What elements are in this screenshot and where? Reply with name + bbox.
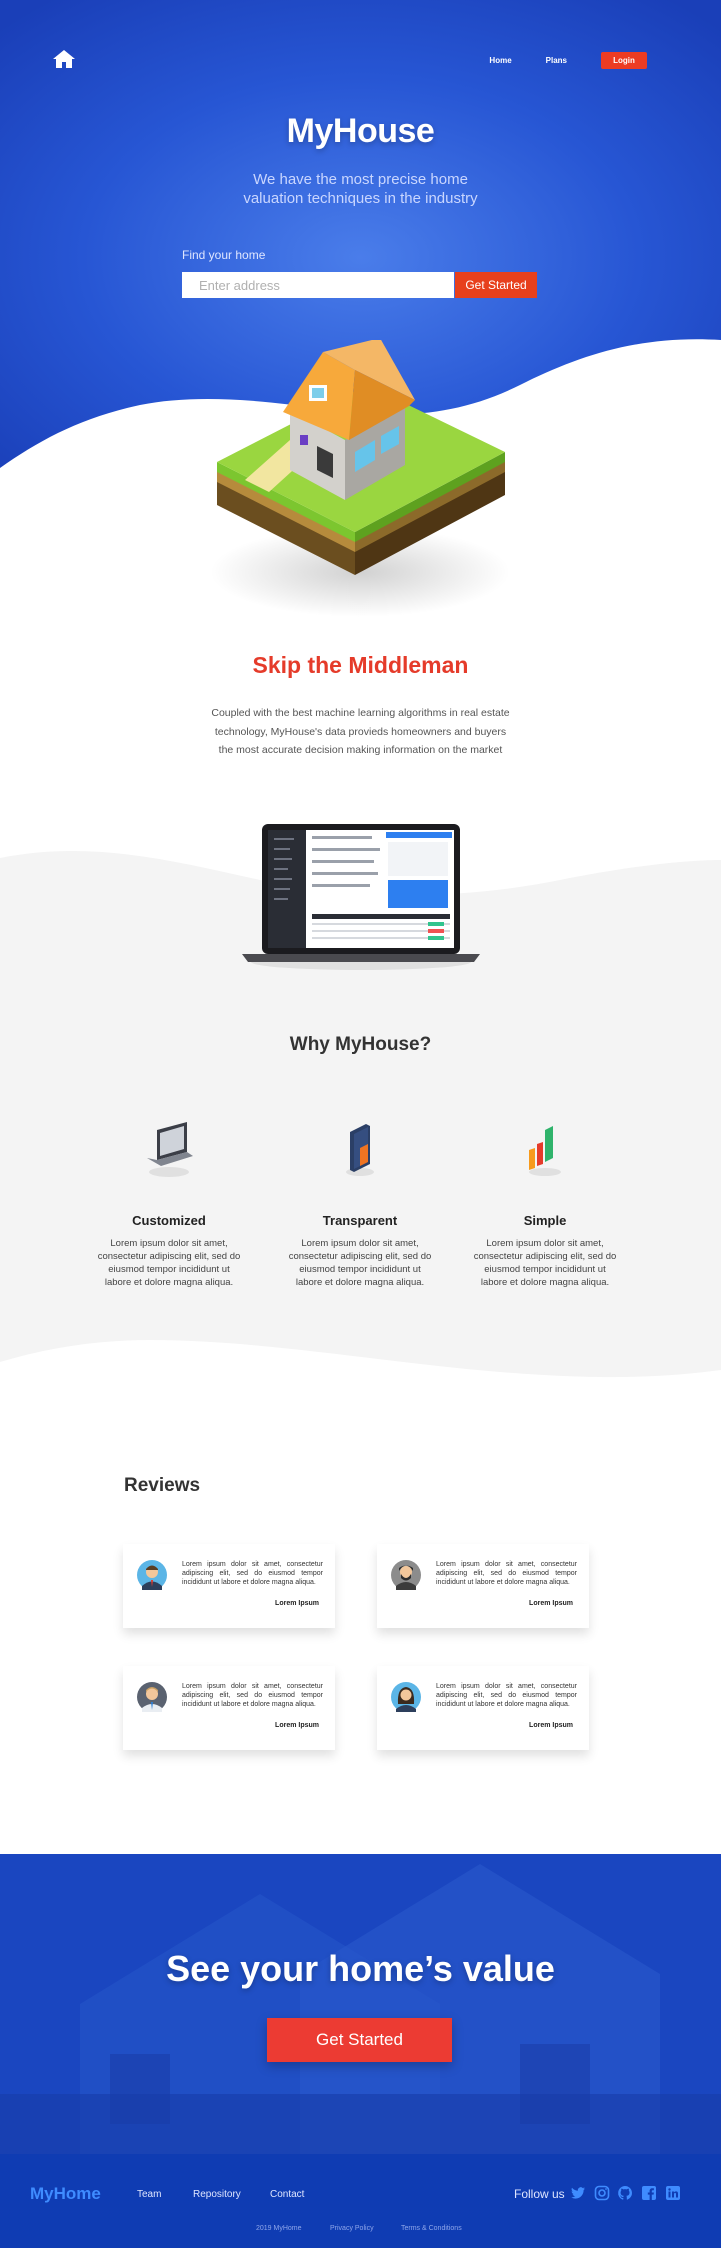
review-card: Lorem ipsum dolor sit amet, consectetur … [123,1666,335,1750]
reviewer-name: Lorem Ipsum [275,1722,319,1729]
twitter-icon[interactable] [570,2185,586,2201]
house-icon[interactable] [52,48,76,70]
review-text: Lorem ipsum dolor sit amet, consectetur … [436,1561,577,1586]
avatar [391,1682,421,1712]
review-card: Lorem ipsum dolor sit amet, consectetur … [377,1544,589,1628]
review-text: Lorem ipsum dolor sit amet, consectetur … [182,1561,323,1586]
feature-title: Customized [132,1213,206,1228]
address-search-input[interactable] [182,272,454,298]
reviewer-name: Lorem Ipsum [529,1600,573,1607]
laptop-dashboard-illustration [242,824,480,970]
isometric-house-illustration [210,340,510,617]
github-icon[interactable] [617,2185,633,2201]
hero-subtitle: We have the most precise home valuation … [0,170,721,208]
feature-text: Lorem ipsum dolor sit amet, consectetur … [473,1238,617,1288]
avatar [137,1682,167,1712]
feature-customized: Customized Lorem ipsum dolor sit amet, c… [94,1120,244,1289]
footer-link-team[interactable]: Team [137,2189,161,2200]
review-text: Lorem ipsum dolor sit amet, consectetur … [436,1683,577,1708]
nav-link-plans[interactable]: Plans [546,56,567,65]
terms-link[interactable]: Terms & Conditions [401,2225,462,2232]
follow-us-label: Follow us [514,2187,565,2201]
why-myhouse-title: Why MyHouse? [289,1034,432,1055]
review-text: Lorem ipsum dolor sit amet, consectetur … [182,1683,323,1708]
reviewer-name: Lorem Ipsum [275,1600,319,1607]
reviews-title: Reviews [124,1475,201,1496]
copyright: 2019 MyHome [256,2225,302,2232]
linkedin-icon[interactable] [665,2185,681,2201]
instagram-icon[interactable] [594,2185,610,2201]
nav-link-home[interactable]: Home [489,56,511,65]
skip-middleman-title: Skip the Middleman [252,652,469,678]
feature-text: Lorem ipsum dolor sit amet, consectetur … [97,1238,241,1288]
door-icon [346,1124,374,1176]
footer: MyHome Team Repository Contact Follow us… [0,2154,721,2248]
login-button[interactable]: Login [601,52,647,69]
avatar [137,1560,167,1590]
feature-title: Transparent [322,1213,398,1228]
footer-logo[interactable]: MyHome [30,2184,101,2204]
feature-text: Lorem ipsum dolor sit amet, consectetur … [288,1238,432,1288]
footer-link-contact[interactable]: Contact [270,2189,304,2200]
hero-section: Home Plans Login MyHouse We have the mos… [0,0,721,620]
feature-transparent: Transparent Lorem ipsum dolor sit amet, … [285,1120,435,1289]
hero-title: MyHouse [286,112,435,150]
cta-title: See your home’s value [166,1948,555,1989]
privacy-policy-link[interactable]: Privacy Policy [330,2225,374,2232]
cta-section: See your home’s value Get Started [0,1854,721,2154]
feature-simple: Simple Lorem ipsum dolor sit amet, conse… [470,1120,620,1289]
facebook-icon[interactable] [641,2185,657,2201]
find-home-label: Find your home [182,248,266,262]
reviewer-name: Lorem Ipsum [529,1722,573,1729]
cta-get-started-button[interactable]: Get Started [267,2018,452,2062]
avatar [391,1560,421,1590]
footer-link-repository[interactable]: Repository [193,2189,241,2200]
top-nav: Home Plans Login [489,52,647,69]
house-photo-background [0,1854,721,2154]
hero-subtitle-line1: We have the most precise home [253,171,468,188]
feature-title: Simple [523,1213,567,1228]
get-started-search-button[interactable]: Get Started [455,272,537,298]
review-card: Lorem ipsum dolor sit amet, consectetur … [377,1666,589,1750]
skip-middleman-text: Coupled with the best machine learning a… [211,707,510,756]
laptop-icon [147,1122,193,1177]
bar-chart-icon [529,1126,561,1176]
review-card: Lorem ipsum dolor sit amet, consectetur … [123,1544,335,1628]
hero-subtitle-line2: valuation techniques in the industry [243,190,478,207]
